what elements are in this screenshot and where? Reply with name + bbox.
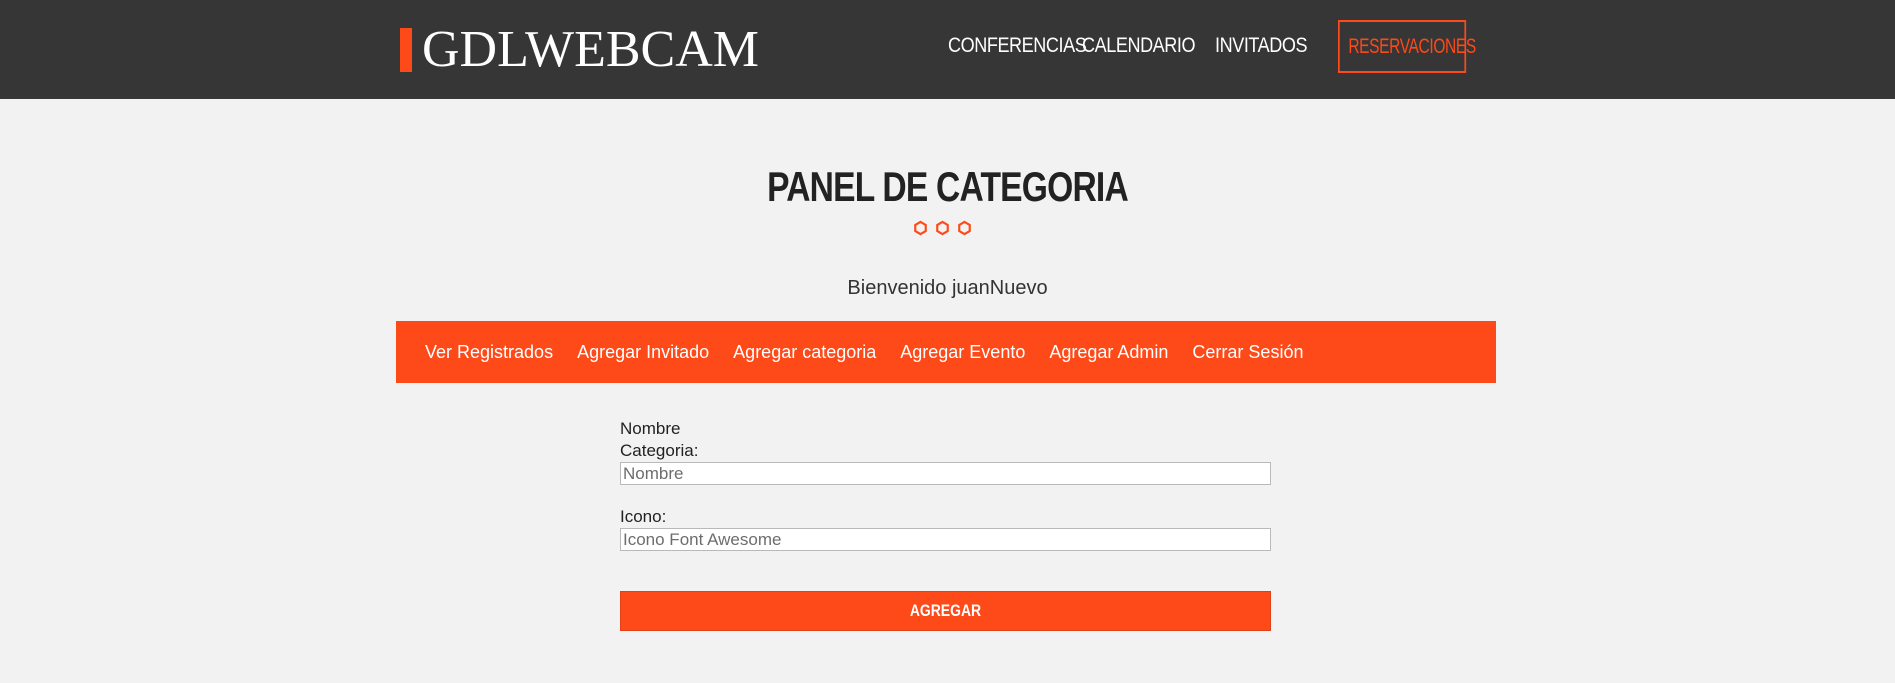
nav-reservaciones-label: RESERVACIONES [1348,35,1476,58]
logo-text: GDLWEBCAM [422,21,760,78]
admin-menu-agregar-categoria[interactable]: Agregar categoria [733,342,876,363]
agregar-button[interactable]: AGREGAR [620,591,1271,631]
icon-label: Icono: [620,507,667,526]
nav-link-reservaciones[interactable]: RESERVACIONES [1338,20,1476,73]
category-form: Nombre Categoria: Icono: AGREGAR [620,418,1272,631]
hexagon-icon [936,220,949,236]
hexagon-icon [914,220,927,236]
site-logo[interactable]: GDLWEBCAM [400,22,759,78]
main-nav: CONFERENCIAS CALENDARIO INVITADOS RESERV… [948,20,1476,73]
site-header: GDLWEBCAM CONFERENCIAS CALENDARIO INVITA… [0,0,1895,99]
category-name-label: Nombre Categoria: [620,419,699,460]
page-title: PANEL DE CATEGORIA [767,163,1129,210]
nav-link-conferencias[interactable]: CONFERENCIAS [948,34,1087,58]
admin-menu-agregar-evento[interactable]: Agregar Evento [900,342,1025,363]
welcome-message: Bienvenido juanNuevo [847,277,1048,299]
logo-accent-bar [400,28,412,72]
admin-menu-cerrar-sesion[interactable]: Cerrar Sesión [1192,342,1303,363]
category-name-input[interactable] [620,462,1271,485]
hexagon-icon [958,220,971,236]
admin-menu-ver-registrados[interactable]: Ver Registrados [425,342,553,363]
nav-link-calendario[interactable]: CALENDARIO [1082,34,1196,58]
admin-menu-agregar-admin[interactable]: Agregar Admin [1049,342,1168,363]
icon-input[interactable] [620,528,1271,551]
admin-menu-agregar-invitado[interactable]: Agregar Invitado [577,342,709,363]
nav-link-invitados[interactable]: INVITADOS [1215,34,1319,58]
admin-menu: Ver Registrados Agregar Invitado Agregar… [396,321,1496,383]
title-ornament [913,220,972,236]
